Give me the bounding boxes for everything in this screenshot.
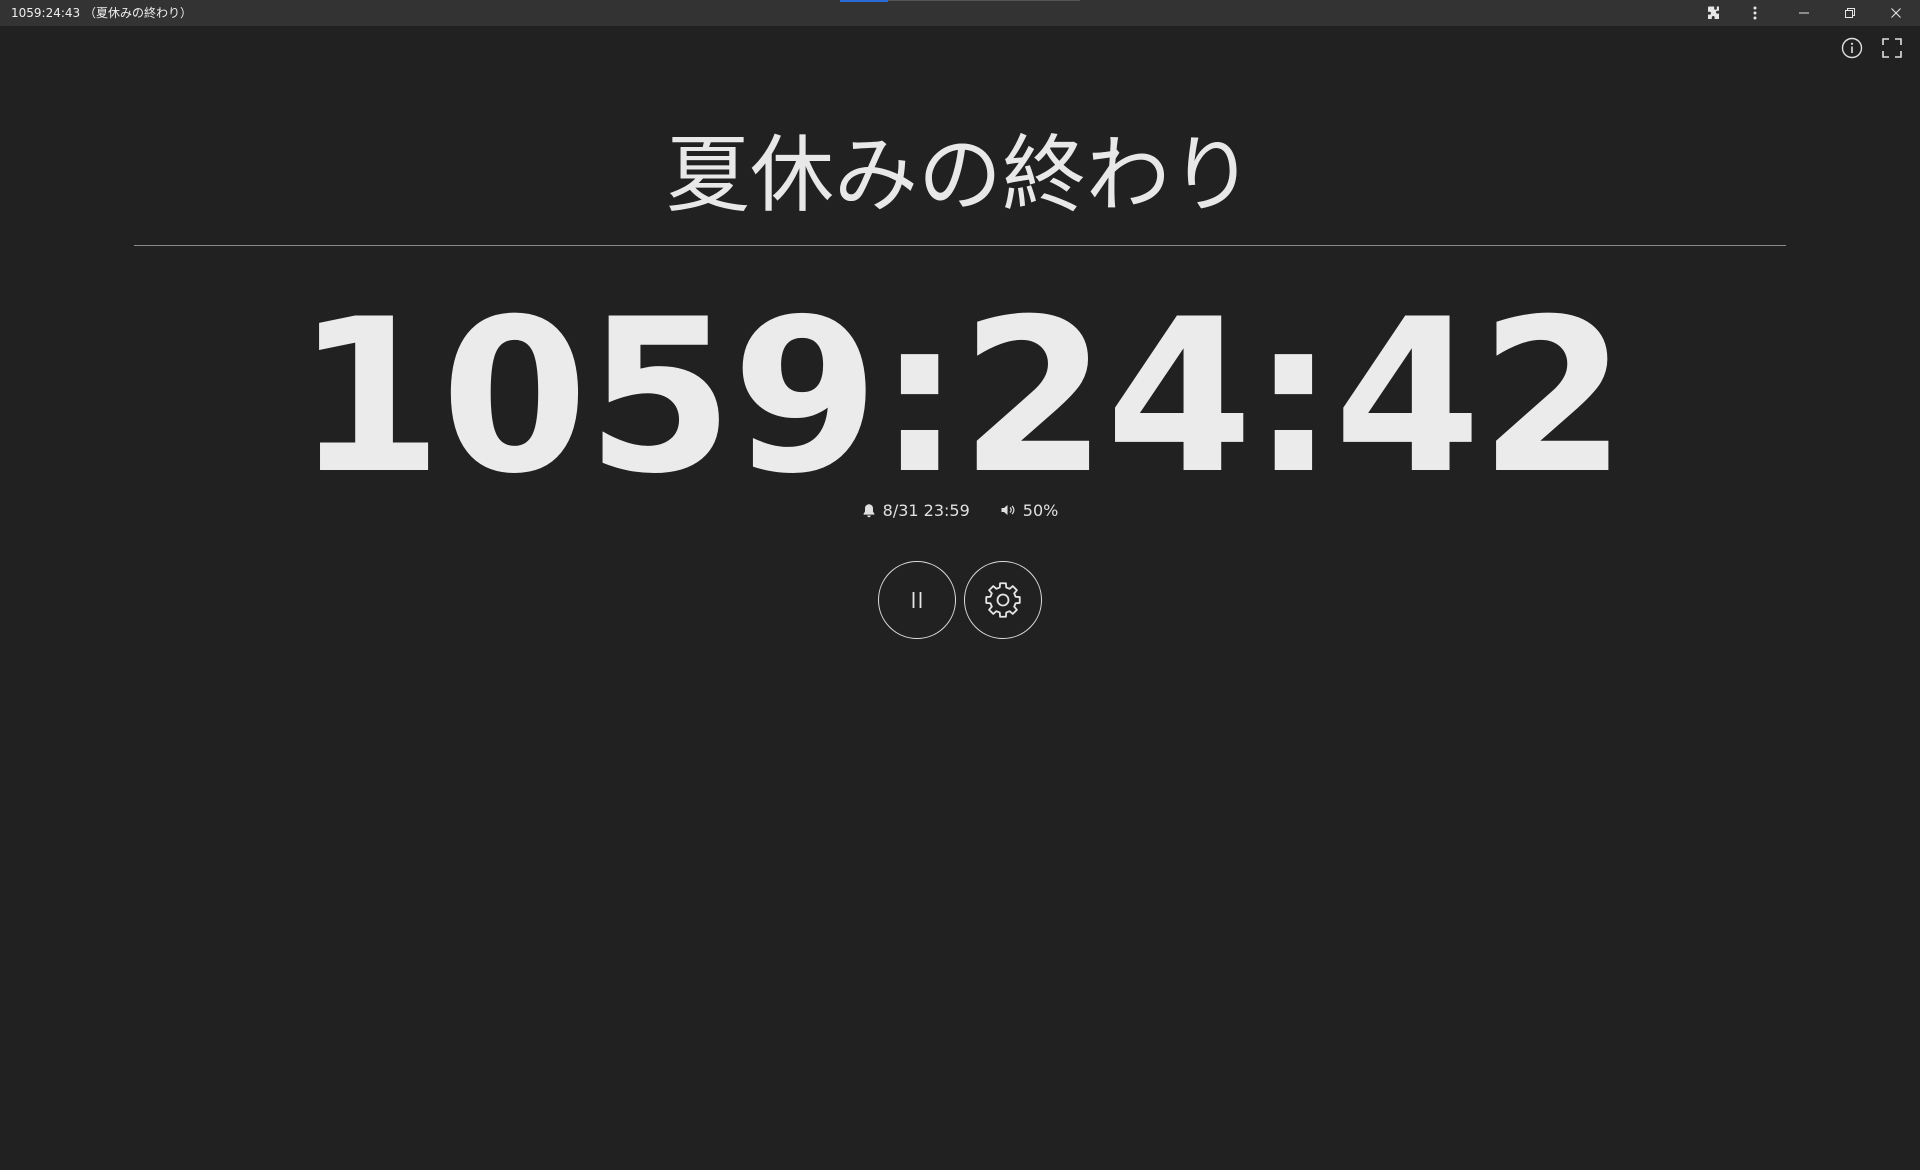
- window-titlebar: 1059:24:43 （夏休みの終わり）: [0, 0, 1920, 26]
- bell-icon: [863, 503, 875, 517]
- tab-indicator: [840, 0, 888, 2]
- speaker-icon: [1001, 505, 1015, 515]
- countdown-display: 1059:24:42: [295, 273, 1627, 520]
- close-icon[interactable]: [1876, 0, 1916, 26]
- puzzle-icon[interactable]: [1694, 0, 1734, 26]
- info-icon[interactable]: [1838, 34, 1866, 62]
- window-title: 1059:24:43 （夏休みの終わり）: [11, 6, 192, 20]
- fullscreen-icon[interactable]: [1878, 34, 1906, 62]
- timer-controls: [0, 561, 1920, 639]
- restore-icon[interactable]: [1830, 0, 1870, 26]
- alarm-datetime: 8/31 23:59: [882, 500, 970, 520]
- volume-info: 50%: [1000, 500, 1059, 520]
- event-title: 夏休みの終わり: [665, 126, 1254, 224]
- settings-button[interactable]: [964, 561, 1042, 639]
- minimize-icon[interactable]: [1784, 0, 1824, 26]
- volume-level: 50%: [1022, 500, 1059, 520]
- pause-icon: [912, 592, 922, 608]
- kebab-menu-icon[interactable]: [1735, 0, 1775, 26]
- gear-icon: [985, 582, 1021, 618]
- alarm-info: 8/31 23:59: [862, 501, 970, 520]
- timer-info-row: 8/31 23:59 50%: [0, 498, 1920, 522]
- tab-indicator-track: [888, 0, 1080, 1]
- pause-button[interactable]: [878, 561, 956, 639]
- title-divider: [134, 245, 1786, 246]
